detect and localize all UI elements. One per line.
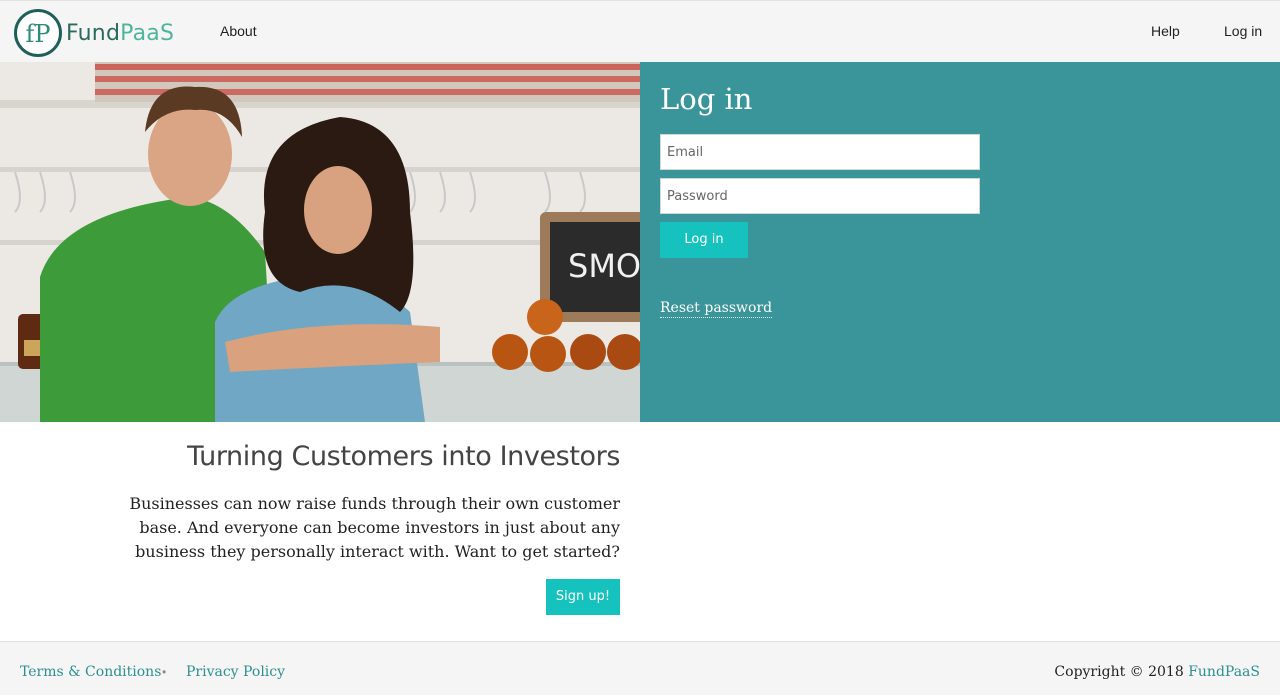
copyright-prefix: Copyright © 2018 [1054,664,1184,680]
signup-button[interactable]: Sign up! [546,579,620,615]
login-title: Log in [660,82,753,116]
login-submit-button[interactable]: Log in [660,222,748,258]
privacy-link[interactable]: Privacy Policy [186,664,285,680]
email-field[interactable] [660,134,980,170]
copyright-text: Copyright © 2018 FundPaaS [1054,664,1260,680]
svg-text:SMO: SMO [568,247,640,285]
terms-link[interactable]: Terms & Conditions [20,664,161,680]
tagline-heading: Turning Customers into Investors [187,441,620,472]
logo-mark-icon: fP [14,9,62,57]
logo-wordmark: FundPaaS [66,20,175,46]
hero-photo: SMO [0,62,640,422]
footer: Terms & Conditions • Privacy Policy Copy… [0,641,1280,695]
pitch-paragraph: Businesses can now raise funds through t… [129,494,620,561]
fundpaas-logo[interactable]: fP FundPaaS [13,8,174,58]
footer-separator: • [162,665,167,679]
reset-password-link[interactable]: Reset password [660,300,773,318]
svg-text:fP: fP [25,20,50,48]
top-navbar: fP FundPaaS About Help Log in [0,0,1280,62]
login-panel: Log in Log in Reset password [640,62,1280,422]
nav-about-link[interactable]: About [220,23,257,39]
nav-help-link[interactable]: Help [1151,23,1180,39]
shop-couple-illustration: SMO [0,62,640,422]
nav-login-link[interactable]: Log in [1224,23,1262,39]
password-field[interactable] [660,178,980,214]
copyright-brand-link[interactable]: FundPaaS [1188,664,1260,680]
